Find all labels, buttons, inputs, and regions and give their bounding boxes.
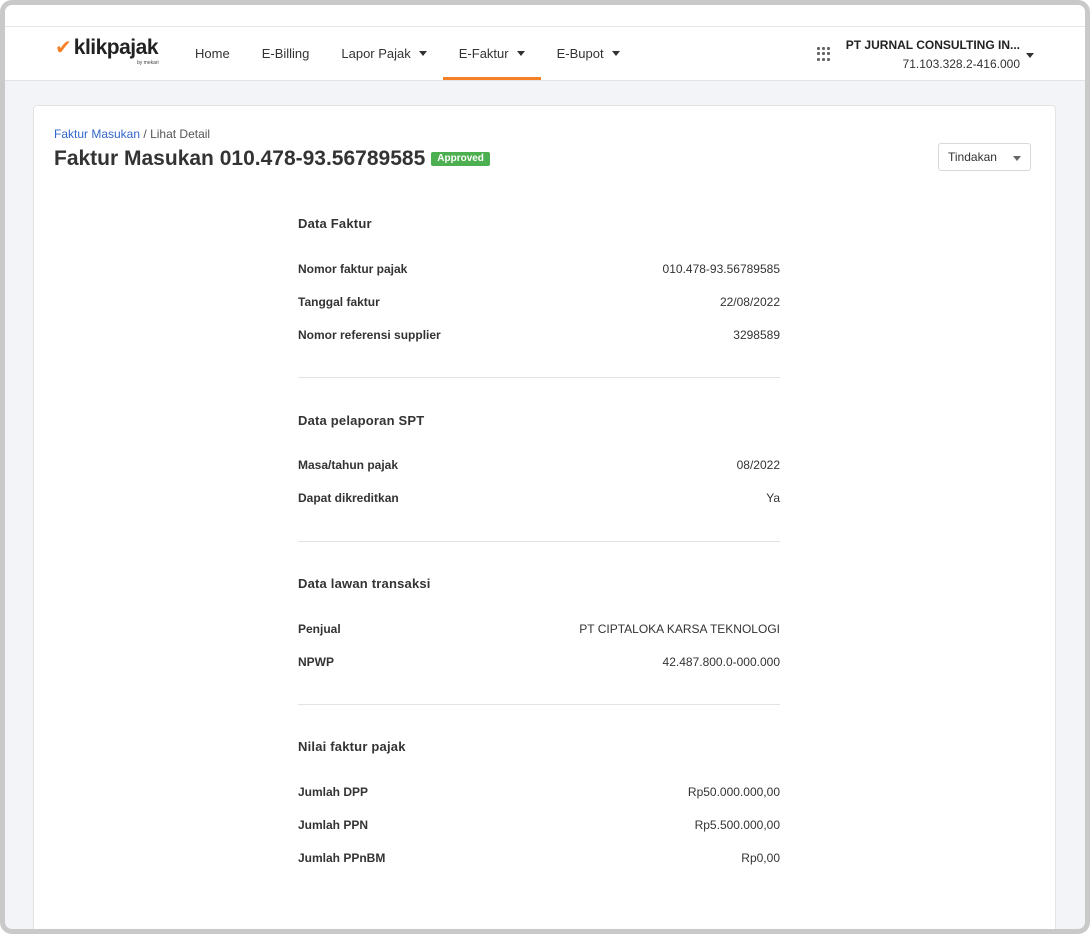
top-navbar: ✔ klikpajak by mekari Home E-Billing Lap… <box>5 27 1085 81</box>
row-label: Penjual <box>298 622 341 636</box>
nav-e-billing[interactable]: E-Billing <box>246 27 326 80</box>
caret-down-icon <box>418 51 427 56</box>
row-value: 08/2022 <box>736 458 780 472</box>
section-title-nilai-faktur-pajak: Nilai faktur pajak <box>298 739 406 754</box>
detail-row: Jumlah DPP Rp50.000.000,00 <box>298 785 780 799</box>
row-value: 22/08/2022 <box>719 295 780 309</box>
nav-e-faktur-label: E-Faktur <box>458 46 509 61</box>
nav-home-label: Home <box>195 46 230 61</box>
logo-check-icon: ✔ <box>55 37 72 59</box>
caret-down-icon <box>516 51 525 56</box>
browser-frame: ✔ klikpajak by mekari Home E-Billing Lap… <box>0 0 1090 934</box>
detail-row: Jumlah PPN Rp5.500.000,00 <box>298 818 780 832</box>
nav-e-bupot[interactable]: E-Bupot <box>541 27 636 80</box>
logo-byline: by mekari <box>137 60 159 66</box>
detail-row: Tanggal faktur 22/08/2022 <box>298 295 780 309</box>
company-caret-down-icon[interactable] <box>1026 53 1034 58</box>
breadcrumb-faktur-masukan-link[interactable]: Faktur Masukan <box>54 127 140 141</box>
row-value: Rp0,00 <box>741 851 780 865</box>
row-value: PT CIPTALOKA KARSA TEKNOLOGI <box>579 622 780 636</box>
row-label: Dapat dikreditkan <box>298 491 399 505</box>
main-nav: Home E-Billing Lapor Pajak E-Faktur E-Bu… <box>179 27 636 80</box>
detail-card: Faktur Masukan / Lihat Detail Faktur Mas… <box>33 105 1056 929</box>
company-npwp: 71.103.328.2-416.000 <box>902 57 1020 71</box>
breadcrumb-separator: / <box>140 127 151 141</box>
nav-lapor-pajak[interactable]: Lapor Pajak <box>325 27 442 80</box>
section-title-data-faktur: Data Faktur <box>298 216 372 231</box>
row-label: Jumlah PPN <box>298 818 369 832</box>
detail-row: Penjual PT CIPTALOKA KARSA TEKNOLOGI <box>298 622 780 636</box>
nav-e-billing-label: E-Billing <box>261 46 310 61</box>
row-label: Jumlah DPP <box>298 785 369 799</box>
row-label: Tanggal faktur <box>298 295 380 309</box>
detail-row: Dapat dikreditkan Ya <box>298 491 780 505</box>
detail-row: Nomor referensi supplier 3298589 <box>298 328 780 342</box>
row-label: Masa/tahun pajak <box>298 458 399 472</box>
top-strip <box>5 5 1085 27</box>
section-divider <box>298 704 780 705</box>
section-title-data-pelaporan-spt: Data pelaporan SPT <box>298 413 425 428</box>
row-label: Nomor referensi supplier <box>298 328 441 342</box>
row-label: Nomor faktur pajak <box>298 262 408 276</box>
klikpajak-logo[interactable]: ✔ klikpajak by mekari <box>55 36 159 67</box>
company-name: PT JURNAL CONSULTING IN... <box>845 38 1020 52</box>
row-value: 010.478-93.56789585 <box>662 262 780 276</box>
detail-row: Nomor faktur pajak 010.478-93.56789585 <box>298 262 780 276</box>
apps-grid-icon[interactable] <box>817 47 831 61</box>
nav-e-faktur[interactable]: E-Faktur <box>442 27 541 80</box>
company-switcher[interactable]: PT JURNAL CONSULTING IN... 71.103.328.2-… <box>845 38 1020 71</box>
nav-e-bupot-label: E-Bupot <box>556 46 604 61</box>
section-divider <box>298 377 780 378</box>
caret-down-icon <box>611 51 620 56</box>
section-divider <box>298 541 780 542</box>
row-value: 42.487.800.0-000.000 <box>662 655 780 669</box>
row-value: Ya <box>766 491 780 505</box>
status-badge: Approved <box>431 152 490 166</box>
section-title-data-lawan-transaksi: Data lawan transaksi <box>298 576 431 591</box>
title-row: Faktur Masukan 010.478-93.56789585 Appro… <box>54 147 490 171</box>
detail-row: Masa/tahun pajak 08/2022 <box>298 458 780 472</box>
breadcrumb: Faktur Masukan / Lihat Detail <box>54 127 210 141</box>
breadcrumb-current: Lihat Detail <box>150 127 211 141</box>
row-value: 3298589 <box>733 328 780 342</box>
logo-wordmark: klikpajak <box>73 36 159 59</box>
tindakan-label: Tindakan <box>948 150 997 164</box>
row-value: Rp5.500.000,00 <box>694 818 780 832</box>
detail-row: NPWP 42.487.800.0-000.000 <box>298 655 780 669</box>
nav-lapor-pajak-label: Lapor Pajak <box>341 46 411 61</box>
caret-down-icon <box>1013 156 1021 161</box>
page-title: Faktur Masukan 010.478-93.56789585 <box>54 147 426 170</box>
row-label: NPWP <box>298 655 334 669</box>
row-value: Rp50.000.000,00 <box>687 785 780 799</box>
tindakan-dropdown-button[interactable]: Tindakan <box>938 143 1031 171</box>
detail-row: Jumlah PPnBM Rp0,00 <box>298 851 780 865</box>
row-label: Jumlah PPnBM <box>298 851 386 865</box>
nav-home[interactable]: Home <box>179 27 246 80</box>
